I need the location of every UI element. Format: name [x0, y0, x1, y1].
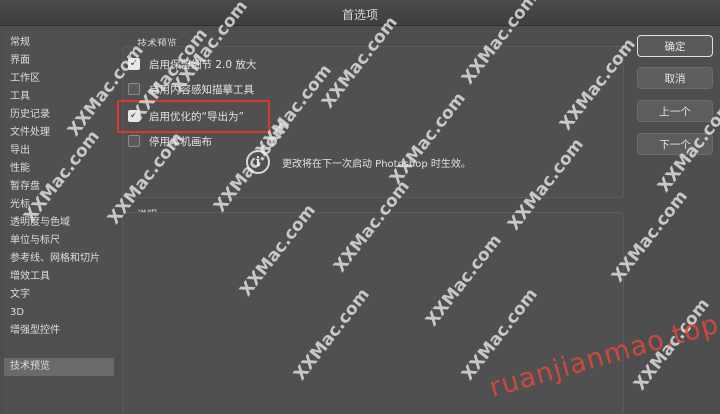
sidebar-item-type[interactable]: 文字: [4, 286, 114, 304]
previous-button[interactable]: 上一个: [637, 100, 713, 122]
sidebar-item-units[interactable]: 单位与标尺: [4, 232, 114, 250]
restart-notice-text: 更改将在下一次启动 Photoshop 时生效。: [282, 158, 471, 170]
info-circle-icon: i: [246, 150, 270, 174]
watermark-text: XXMac.com: [630, 294, 714, 395]
sidebar-item-guides[interactable]: 参考线、网格和切片: [4, 250, 114, 268]
ok-button[interactable]: 确定: [637, 35, 713, 57]
sidebar-item-scratch-disks[interactable]: 暂存盘: [4, 178, 114, 196]
sidebar-item-technology-previews[interactable]: 技术预览: [4, 358, 114, 376]
checkbox-unchecked[interactable]: [128, 83, 140, 95]
sidebar-item-general[interactable]: 常规: [4, 34, 114, 52]
option-label: 启用保留细节 2.0 放大: [149, 58, 257, 71]
option-label: 停用本机画布: [149, 135, 212, 148]
highlight-box: [117, 100, 270, 133]
sidebar-item-transparency[interactable]: 透明度与色域: [4, 214, 114, 232]
option-preserve-details[interactable]: ✓ 启用保留细节 2.0 放大: [128, 56, 256, 72]
sidebar-item-workspace[interactable]: 工作区: [4, 70, 114, 88]
sidebar-item-file-handling[interactable]: 文件处理: [4, 124, 114, 142]
title-bar: 首选项: [0, 0, 720, 26]
sidebar: 常规 界面 工作区 工具 历史记录 文件处理 导出 性能 暂存盘 光标 透明度与…: [4, 32, 114, 414]
checkmark-icon: ✓: [129, 58, 139, 69]
window-title: 首选项: [341, 8, 378, 22]
sidebar-item-tools[interactable]: 工具: [4, 88, 114, 106]
checkbox-checked[interactable]: ✓: [128, 58, 140, 70]
sidebar-item-export[interactable]: 导出: [4, 142, 114, 160]
sidebar-item-history[interactable]: 历史记录: [4, 106, 114, 124]
sidebar-item-performance[interactable]: 性能: [4, 160, 114, 178]
next-button[interactable]: 下一个: [637, 133, 713, 155]
description-group: [122, 212, 624, 414]
checkbox-unchecked[interactable]: [128, 135, 140, 147]
sidebar-item-interface[interactable]: 界面: [4, 52, 114, 70]
restart-notice: i 更改将在下一次启动 Photoshop 时生效。: [246, 150, 471, 174]
sidebar-item-3d[interactable]: 3D: [4, 304, 114, 322]
option-deactivate-native-canvas[interactable]: 停用本机画布: [128, 133, 212, 149]
sidebar-item-enhanced-controls[interactable]: 增强型控件: [4, 322, 114, 340]
option-content-aware-tracing[interactable]: 启用内容感知描摹工具: [128, 81, 254, 97]
option-label: 启用内容感知描摹工具: [149, 83, 254, 96]
cancel-button[interactable]: 取消: [637, 67, 713, 89]
sidebar-item-plugins[interactable]: 增效工具: [4, 268, 114, 286]
sidebar-item-cursors[interactable]: 光标: [4, 196, 114, 214]
